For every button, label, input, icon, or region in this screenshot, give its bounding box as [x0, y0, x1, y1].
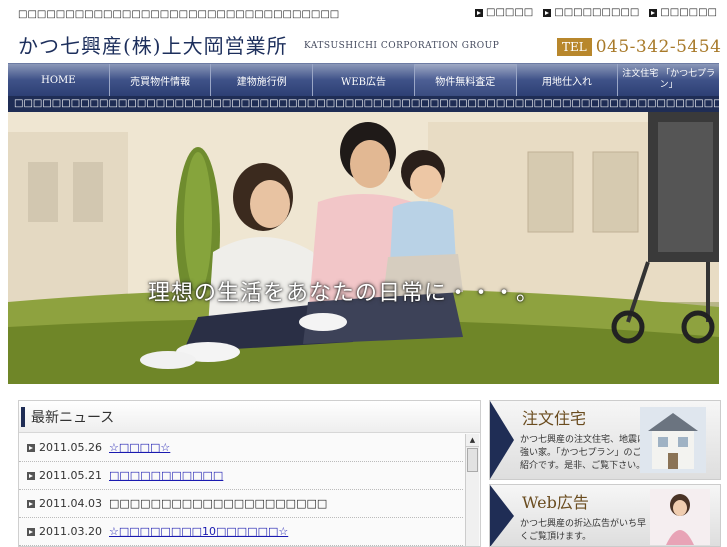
news-date: 2011.05.21	[39, 469, 102, 482]
news-date: 2011.05.26	[39, 441, 102, 454]
web-ad-title: Web広告	[522, 493, 589, 512]
news-link[interactable]: ☆□□□□☆	[109, 441, 170, 454]
news-date: 2011.04.03	[39, 497, 102, 510]
nav-land-purchase[interactable]: 用地仕入れ	[517, 64, 619, 96]
header-links: □□□□□ □□□□□□□□□ □□□□□□	[475, 7, 717, 18]
scroll-thumb[interactable]	[467, 448, 478, 472]
company-logo[interactable]: かつ七興産(株)上大岡営業所	[18, 30, 288, 59]
nav-custom-home-plan[interactable]: 注文住宅 「かつ七プラン」	[618, 64, 719, 96]
nav-web-ads[interactable]: WEB広告	[313, 64, 415, 96]
news-text: □□□□□□□□□□□□□□□□□□□□□	[109, 497, 328, 510]
news-item: 2011.05.26 ☆□□□□☆	[19, 434, 463, 462]
house-photo	[640, 407, 706, 473]
web-ad-banner[interactable]: Web広告 かつ七興産の折込広告がいち早くご覧頂けます。	[489, 484, 721, 547]
tel-badge: TEL	[557, 38, 592, 56]
arrow-bullet-icon	[27, 443, 35, 452]
nav-home[interactable]: HOME	[8, 64, 110, 96]
header-tagline: □□□□□□□□□□□□□□□□□□□□□□□□□□□□□□□□□□	[18, 9, 340, 20]
news-header: 最新ニュース	[19, 401, 480, 433]
arrow-bullet-icon	[475, 8, 483, 17]
news-ticker: □□□□□□□□□□□□□□□□□□□□□□□□□□□□□□□□□□□□□□□□…	[8, 96, 719, 112]
banner-triangle-decoration	[490, 401, 514, 479]
news-link[interactable]: □□□□□□□□□□□	[109, 469, 223, 482]
header-link-label: □□□□□	[486, 7, 534, 18]
tel-number: 045-342-5454	[595, 37, 722, 57]
custom-home-title: 注文住宅	[522, 409, 587, 428]
custom-home-text: かつ七興産の注文住宅、地震に強い家。「かつ七プラン」のご紹介です。是非、ご覧下さ…	[520, 435, 647, 471]
header-link-label: □□□□□□□□□	[554, 7, 640, 18]
company-logo-english: KATSUSHICHI CORPORATION GROUP	[304, 41, 500, 51]
header-link-2[interactable]: □□□□□□□□□	[543, 7, 639, 18]
news-item: 2011.03.20 ☆□□□□□□□□10□□□□□□☆	[19, 518, 463, 546]
nav-properties[interactable]: 売買物件情報	[110, 64, 212, 96]
news-item: 2011.05.21 □□□□□□□□□□□	[19, 462, 463, 490]
news-date: 2011.03.20	[39, 525, 102, 538]
hero-caption: 理想の生活をあなたの日常に・・・。	[148, 281, 540, 306]
hero-banner: 理想の生活をあなたの日常に・・・。	[8, 112, 719, 384]
hero-photo	[8, 112, 719, 384]
news-item: 2011.04.03 □□□□□□□□□□□□□□□□□□□□□	[19, 490, 463, 518]
nav-free-appraisal[interactable]: 物件無料査定	[414, 64, 517, 96]
news-list: 2011.05.26 ☆□□□□☆ 2011.05.21 □□□□□□□□□□□…	[19, 434, 463, 546]
site-header: □□□□□□□□□□□□□□□□□□□□□□□□□□□□□□□□□□ □□□□□…	[0, 0, 727, 62]
latest-news-panel: 最新ニュース 2011.05.26 ☆□□□□☆ 2011.05.21 □□□□…	[18, 400, 481, 547]
phone-contact: TEL 045-342-5454	[557, 37, 721, 57]
nav-construction-examples[interactable]: 建物施行例	[211, 64, 314, 96]
arrow-bullet-icon	[27, 499, 35, 508]
news-title: 最新ニュース	[31, 410, 115, 426]
header-link-label: □□□□□□	[660, 7, 717, 18]
arrow-bullet-icon	[649, 8, 658, 17]
woman-photo	[650, 489, 710, 545]
header-link-1[interactable]: □□□□□	[475, 7, 533, 18]
custom-home-banner[interactable]: 注文住宅 かつ七興産の注文住宅、地震に強い家。「かつ七プラン」のご紹介です。是非…	[489, 400, 721, 480]
arrow-bullet-icon	[543, 8, 552, 17]
arrow-bullet-icon	[27, 471, 35, 480]
banner-triangle-decoration	[490, 485, 514, 546]
news-header-bar	[21, 407, 25, 427]
main-navigation: HOME 売買物件情報 建物施行例 WEB広告 物件無料査定 用地仕入れ 注文住…	[8, 63, 719, 96]
arrow-bullet-icon	[27, 527, 35, 536]
scroll-up-arrow-icon[interactable]: ▲	[466, 434, 479, 447]
news-scrollbar[interactable]: ▲	[465, 434, 479, 546]
header-link-3[interactable]: □□□□□□	[649, 7, 717, 18]
news-link[interactable]: ☆□□□□□□□□10□□□□□□☆	[109, 525, 288, 538]
web-ad-text: かつ七興産の折込広告がいち早くご覧頂けます。	[520, 519, 647, 542]
